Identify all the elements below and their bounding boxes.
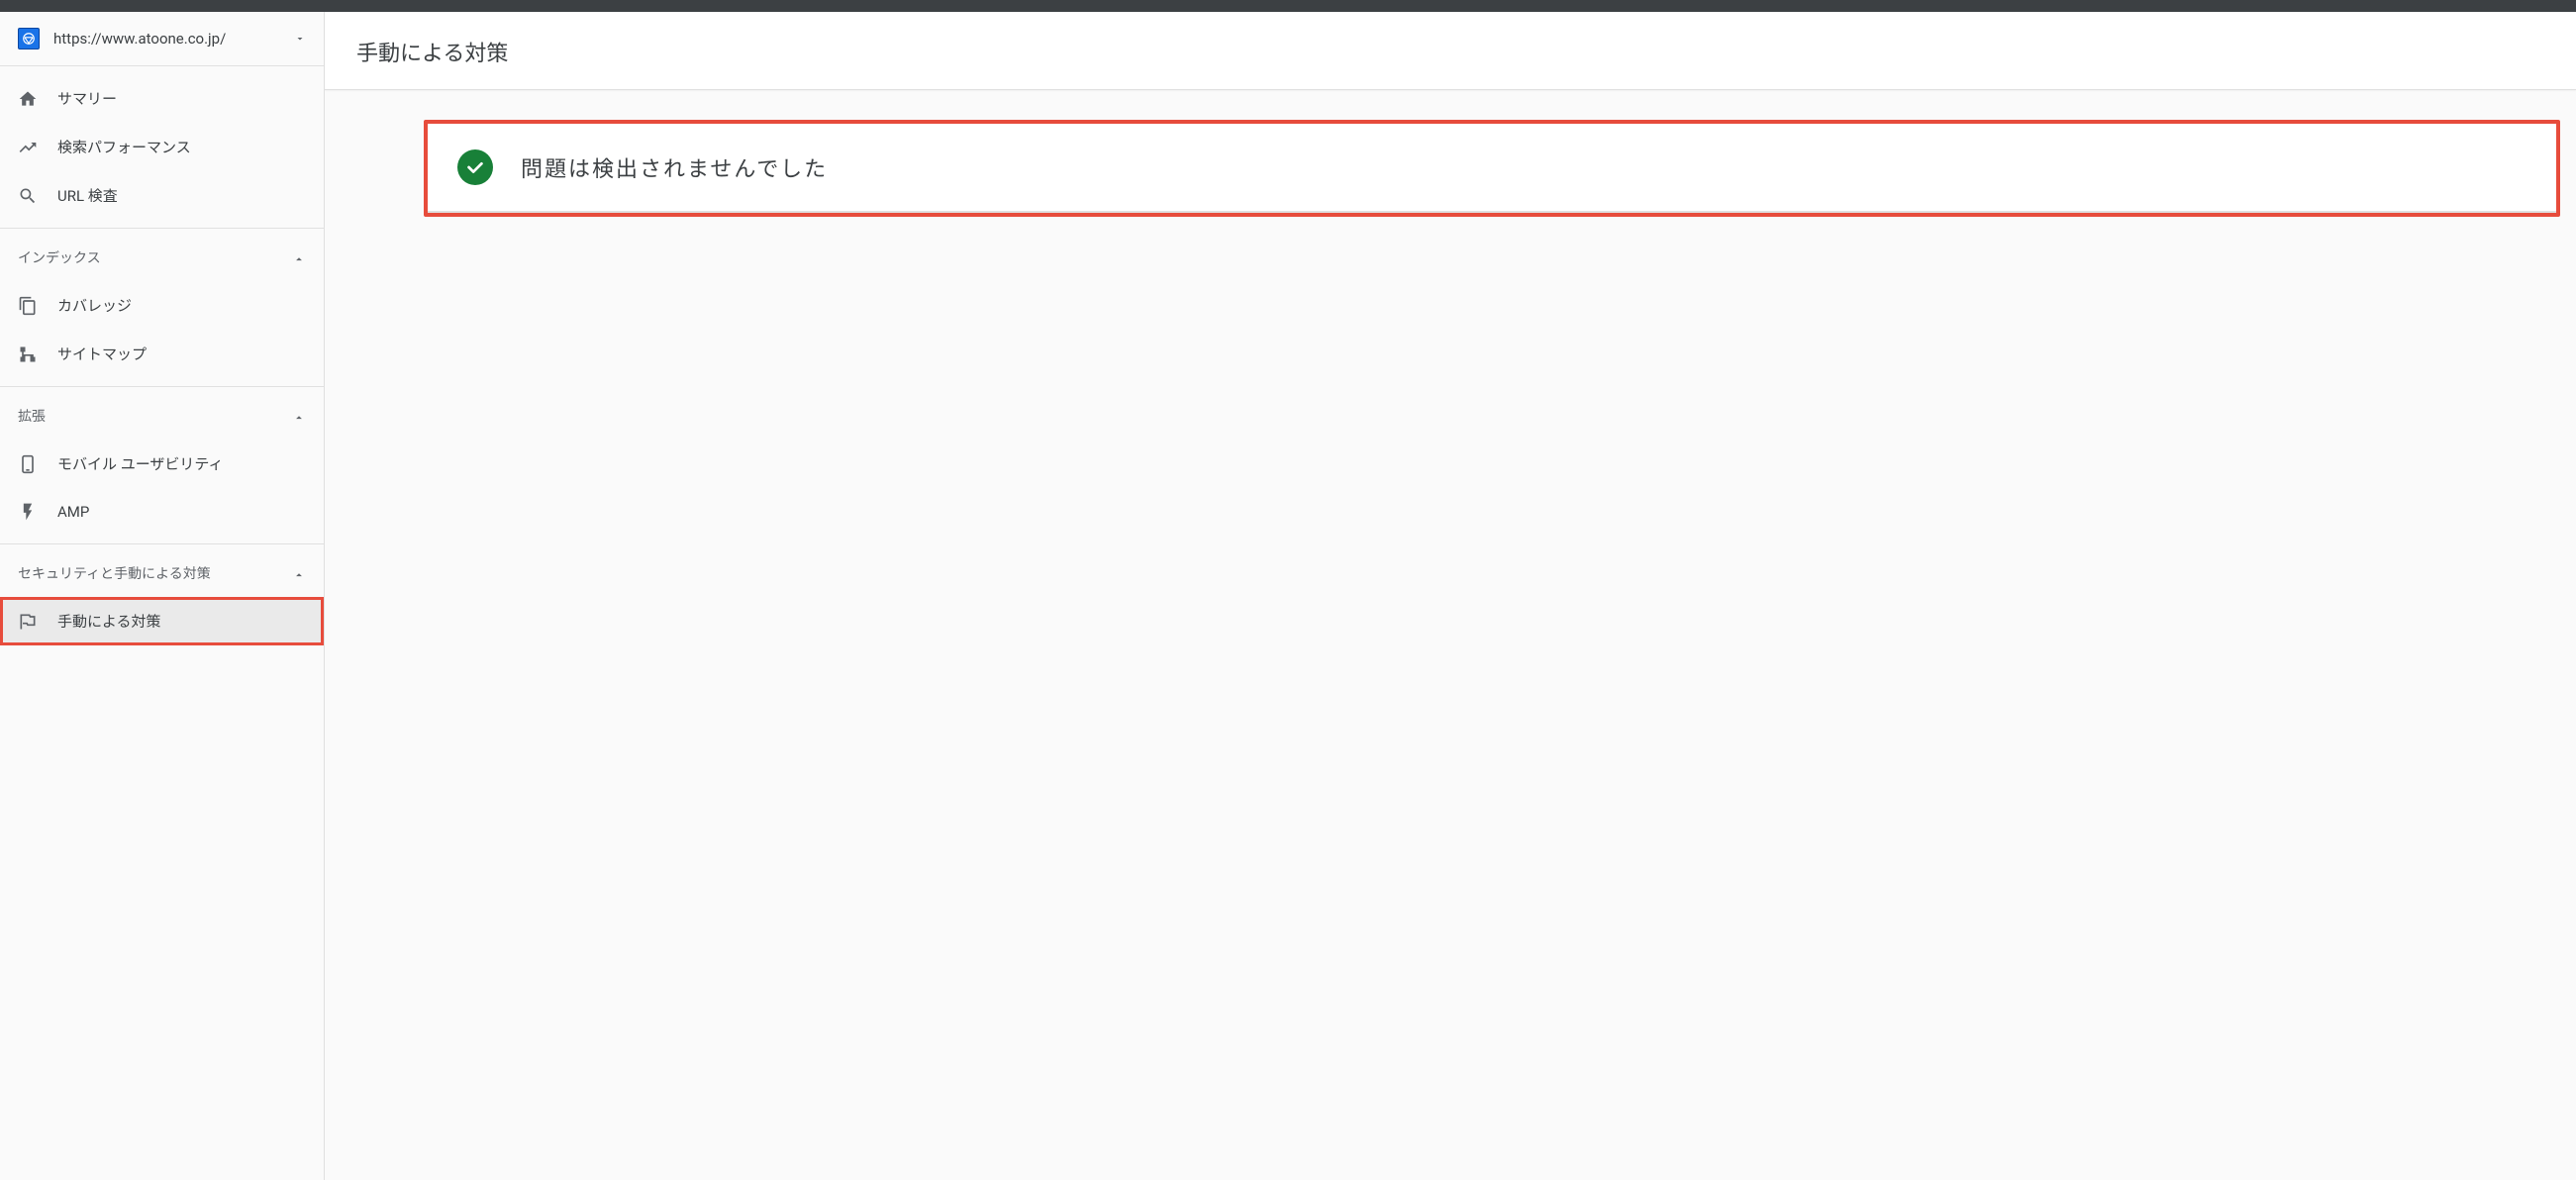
sidebar-item-label: URL 検査 bbox=[57, 185, 118, 206]
chevron-down-icon bbox=[294, 33, 306, 45]
property-url: https://www.atoone.co.jp/ bbox=[53, 30, 226, 48]
sidebar-item-url-inspect[interactable]: URL 検査 bbox=[0, 171, 324, 220]
result-card-highlight: 問題は検出されませんでした bbox=[424, 120, 2560, 217]
result-card: 問題は検出されませんでした bbox=[428, 124, 2556, 213]
flag-icon bbox=[18, 612, 44, 632]
sidebar-item-label: カバレッジ bbox=[57, 295, 132, 316]
sidebar-item-label: サマリー bbox=[57, 88, 117, 109]
sidebar-section-label: インデックス bbox=[18, 248, 101, 269]
coverage-icon bbox=[18, 296, 44, 316]
sidebar-item-sitemap[interactable]: サイトマップ bbox=[0, 330, 324, 378]
sidebar-item-label: AMP bbox=[57, 503, 89, 521]
chevron-up-icon bbox=[292, 411, 306, 425]
sidebar: https://www.atoone.co.jp/ サマリー 検索パフォーマンス bbox=[0, 12, 325, 1180]
amp-icon bbox=[18, 502, 44, 522]
sidebar-item-mobile[interactable]: モバイル ユーザビリティ bbox=[0, 440, 324, 488]
sidebar-item-label: 検索パフォーマンス bbox=[57, 137, 191, 157]
sidebar-section-index[interactable]: インデックス bbox=[0, 237, 324, 281]
sidebar-item-coverage[interactable]: カバレッジ bbox=[0, 281, 324, 330]
sidebar-section-enhance[interactable]: 拡張 bbox=[0, 395, 324, 440]
result-message: 問題は検出されませんでした bbox=[521, 151, 828, 183]
chevron-up-icon bbox=[292, 568, 306, 582]
check-circle-icon bbox=[457, 149, 493, 185]
sidebar-item-label: 手動による対策 bbox=[57, 611, 161, 632]
sidebar-item-label: モバイル ユーザビリティ bbox=[57, 453, 224, 474]
sidebar-section-security[interactable]: セキュリティと手動による対策 bbox=[0, 552, 324, 597]
mobile-icon bbox=[18, 454, 44, 474]
sidebar-item-manual-actions[interactable]: 手動による対策 bbox=[0, 597, 324, 645]
sidebar-item-label: サイトマップ bbox=[57, 344, 147, 364]
trending-icon bbox=[18, 138, 44, 157]
search-icon bbox=[18, 186, 44, 206]
sidebar-item-summary[interactable]: サマリー bbox=[0, 74, 324, 123]
top-bar bbox=[0, 0, 2576, 12]
sitemap-icon bbox=[18, 344, 44, 364]
property-selector[interactable]: https://www.atoone.co.jp/ bbox=[0, 12, 324, 66]
home-icon bbox=[18, 89, 44, 109]
sidebar-item-amp[interactable]: AMP bbox=[0, 488, 324, 536]
sidebar-item-performance[interactable]: 検索パフォーマンス bbox=[0, 123, 324, 171]
chevron-up-icon bbox=[292, 252, 306, 266]
sidebar-section-label: 拡張 bbox=[18, 407, 46, 428]
page-title: 手動による対策 bbox=[356, 36, 2544, 67]
property-icon bbox=[18, 28, 40, 49]
main-content: 手動による対策 問題は検出されませんでした bbox=[325, 12, 2576, 1180]
page-header: 手動による対策 bbox=[325, 12, 2576, 90]
sidebar-section-label: セキュリティと手動による対策 bbox=[18, 564, 211, 585]
